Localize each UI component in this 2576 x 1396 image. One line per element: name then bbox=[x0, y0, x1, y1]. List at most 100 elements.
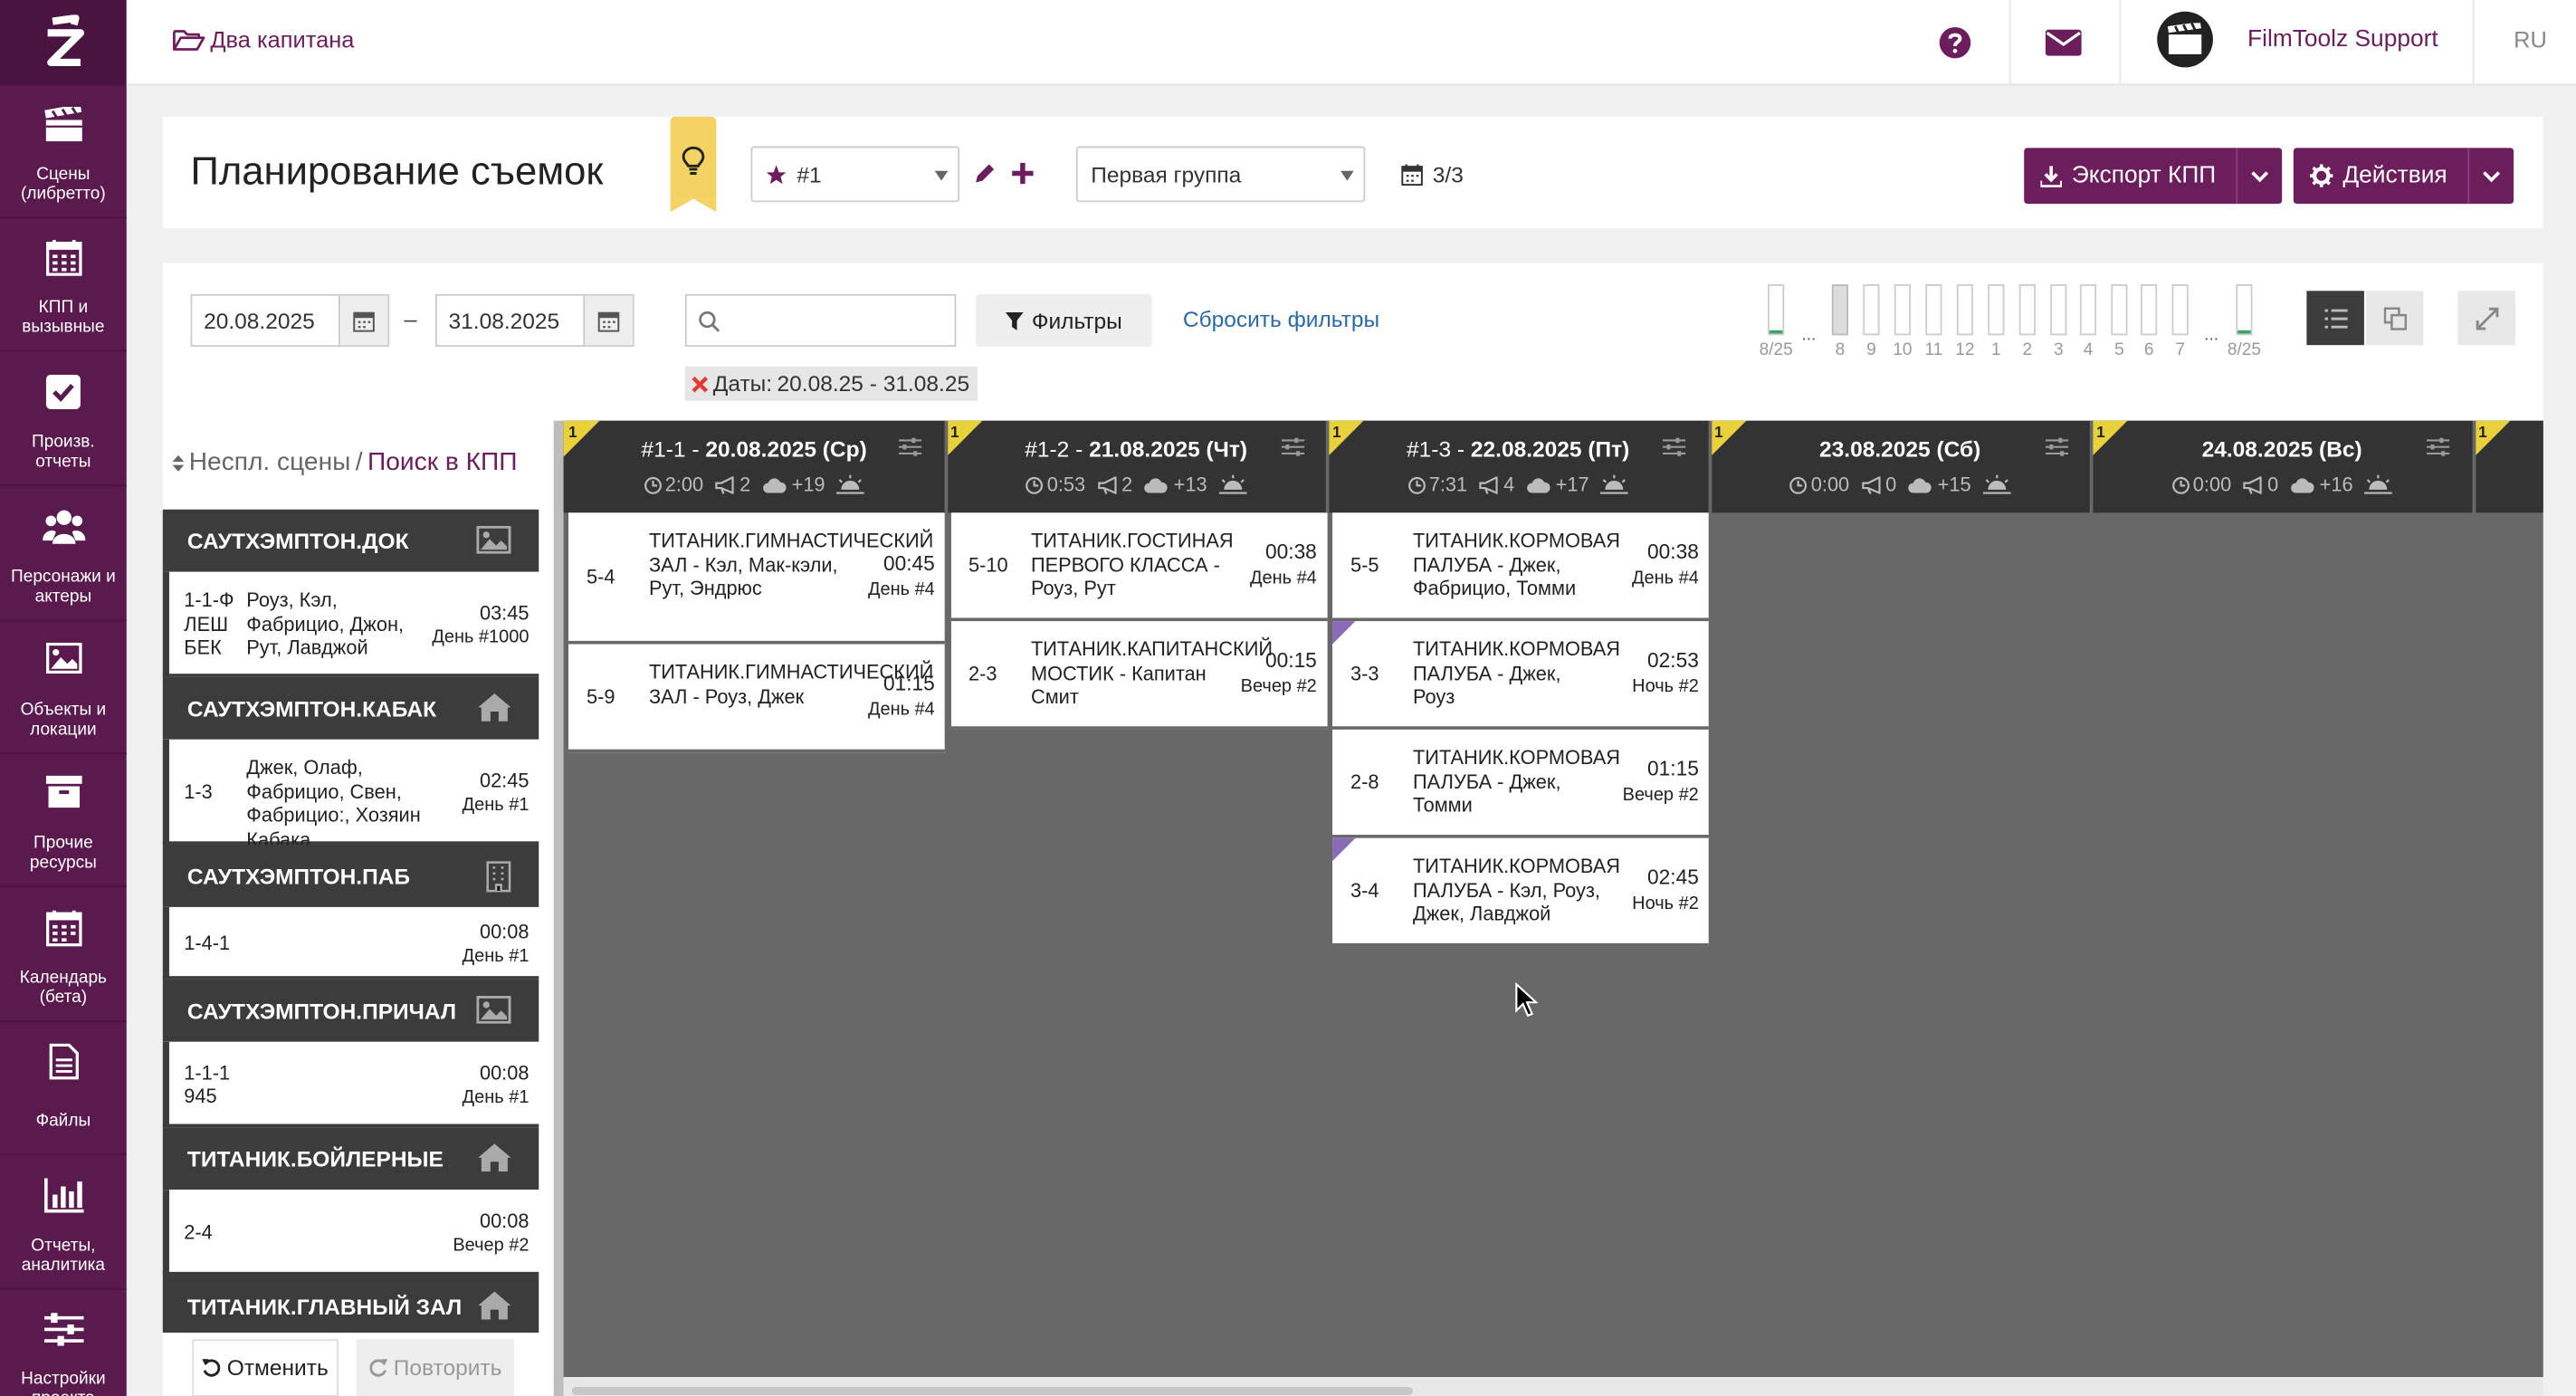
unplaced-scene-card[interactable]: 1-1-1 945 00:08 День #1 bbox=[162, 1041, 539, 1128]
list-view-button[interactable] bbox=[2306, 291, 2364, 346]
sidebar-item-5[interactable]: Объекты и локации bbox=[0, 621, 127, 755]
sidebar-item-4[interactable]: Персонажи и актеры bbox=[0, 488, 127, 622]
sidebar-item-10[interactable]: Настройки проекта bbox=[0, 1290, 127, 1396]
fullscreen-button[interactable] bbox=[2457, 291, 2515, 346]
export-main[interactable]: Экспорт КПП bbox=[2024, 148, 2236, 204]
search-input[interactable] bbox=[684, 293, 957, 347]
unplaced-scene-card[interactable]: 1-3 Джек, Олаф, Фабрицио, Свен, Фабрицио:… bbox=[162, 739, 539, 851]
minimap-day[interactable] bbox=[2111, 284, 2128, 336]
scene-number: 1-1-Ф ЛЕШ БЕК bbox=[184, 588, 234, 660]
unplaced-scene-card[interactable]: 2-4 00:08 Вечер #2 bbox=[162, 1190, 539, 1276]
minimap-day[interactable] bbox=[1956, 284, 1973, 336]
day-header[interactable]: 1 #1-3 - 22.08.2025 (Пт) 7:31 4 +17 bbox=[1327, 420, 1709, 513]
minimap-day[interactable] bbox=[1988, 284, 2005, 336]
minimap-day[interactable] bbox=[1831, 284, 1848, 336]
calendar-icon[interactable] bbox=[583, 295, 633, 346]
language-switch[interactable]: RU bbox=[2514, 26, 2547, 53]
minimap-day[interactable] bbox=[1894, 284, 1911, 336]
scene-card[interactable]: 3-4 ТИТАНИК.КОРМОВАЯ ПАЛУБА - Кэл, Роуз, … bbox=[1332, 837, 1709, 947]
actions-main[interactable]: Действия bbox=[2294, 148, 2467, 204]
sidebar-item-3[interactable]: Произв. отчеты bbox=[0, 353, 127, 487]
filters-button[interactable]: Фильтры bbox=[976, 293, 1152, 347]
search-kpp-link[interactable]: Поиск в КПП bbox=[367, 449, 517, 479]
location-group-header[interactable]: САУТХЭМПТОН.ПРИЧАЛ bbox=[162, 979, 539, 1042]
scene-card[interactable]: 5-5 ТИТАНИК.КОРМОВАЯ ПАЛУБА - Джек, Фабри… bbox=[1332, 512, 1709, 622]
date-range-dash: – bbox=[404, 305, 417, 332]
scene-card[interactable]: 5-9 ТИТАНИК.ГИМНАСТИЧЕСКИЙ ЗАЛ - Роуз, Дж… bbox=[568, 644, 945, 753]
actions-dropdown[interactable] bbox=[2466, 148, 2513, 205]
minimap-day[interactable] bbox=[2171, 284, 2189, 336]
user-avatar[interactable] bbox=[2157, 11, 2213, 68]
undo-button[interactable]: Отменить bbox=[192, 1339, 339, 1396]
scene-card[interactable]: 2-3 ТИТАНИК.КАПИТАНСКИЙ МОСТИК - Капитан … bbox=[950, 621, 1327, 730]
actions-button[interactable]: Действия bbox=[2293, 148, 2514, 205]
day-header[interactable]: 1 24.08.2025 (Вс) 0:00 0 +16 bbox=[2091, 420, 2473, 513]
horizontal-scrollbar[interactable] bbox=[563, 1377, 2543, 1396]
cloud-icon bbox=[1144, 477, 1169, 492]
minimap-day[interactable] bbox=[2018, 284, 2036, 336]
unplaced-scene-card[interactable]: 1-4-1 00:08 День #1 bbox=[162, 906, 539, 980]
scene-description: ТИТАНИК.КОРМОВАЯ ПАЛУБА - Кэл, Роуз, Дже… bbox=[1412, 855, 1621, 926]
minimap-day[interactable] bbox=[1925, 284, 1942, 336]
date-from-input[interactable]: 20.08.2025 bbox=[190, 293, 390, 347]
minimap-day[interactable] bbox=[1863, 284, 1880, 336]
mail-icon[interactable] bbox=[2045, 29, 2082, 56]
minimap-day[interactable] bbox=[2050, 284, 2067, 336]
export-button[interactable]: Экспорт КПП bbox=[2024, 148, 2282, 205]
sidebar-item-7[interactable]: Календарь (бета) bbox=[0, 889, 127, 1022]
minimap-label: 8/25 bbox=[2227, 339, 2261, 360]
panel-splitter[interactable] bbox=[553, 420, 564, 1396]
scrollbar-thumb[interactable] bbox=[571, 1386, 1413, 1396]
close-icon[interactable] bbox=[692, 376, 709, 392]
pencil-icon[interactable] bbox=[973, 163, 996, 186]
calendar-icon[interactable] bbox=[338, 295, 388, 346]
help-icon[interactable] bbox=[1939, 26, 1971, 59]
day-date: 20.08.2025 (Ср) bbox=[705, 436, 867, 463]
unplaced-scene-card[interactable]: 1-1-Ф ЛЕШ БЕК Роуз, Кэл, Фабрицио, Джон, … bbox=[162, 571, 539, 677]
day-header[interactable]: 1 #1-2 - 21.08.2025 (Чт) 0:53 2 +13 bbox=[945, 420, 1327, 513]
scene-card[interactable]: 3-3 ТИТАНИК.КОРМОВАЯ ПАЛУБА - Джек, Роуз 0… bbox=[1332, 621, 1709, 730]
sliders-icon[interactable] bbox=[1662, 437, 1686, 457]
sliders-icon[interactable] bbox=[2044, 437, 2068, 457]
scene-number: 5-9 bbox=[586, 684, 615, 709]
scene-card[interactable]: 2-8 ТИТАНИК.КОРМОВАЯ ПАЛУБА - Джек, Томми… bbox=[1332, 729, 1709, 838]
scene-card[interactable]: 5-4 ТИТАНИК.ГИМНАСТИЧЕСКИЙ ЗАЛ - Кэл, Мак… bbox=[568, 512, 945, 645]
scene-description: ТИТАНИК.ГОСТИНАЯ ПЕРВОГО КЛАССА - Роуз, … bbox=[1030, 529, 1234, 600]
location-group-header[interactable]: САУТХЭМПТОН.КАБАК bbox=[162, 676, 539, 740]
scene-card[interactable]: 5-10 ТИТАНИК.ГОСТИНАЯ ПЕРВОГО КЛАССА - Ро… bbox=[950, 512, 1327, 622]
unplaced-title[interactable]: Неспл. сцены bbox=[189, 449, 351, 479]
sidebar-item-1[interactable]: Сцены (либретто) bbox=[0, 85, 127, 219]
minimap-day[interactable] bbox=[2236, 284, 2253, 336]
location-group-header[interactable]: ТИТАНИК.БОЙЛЕРНЫЕ bbox=[162, 1127, 539, 1190]
date-to-input[interactable]: 31.08.2025 bbox=[435, 293, 634, 347]
project-name[interactable]: Два капитана bbox=[210, 26, 354, 53]
sliders-icon[interactable] bbox=[898, 437, 922, 457]
location-group-header[interactable]: ТИТАНИК.ГЛАВНЫЙ ЗАЛ bbox=[162, 1275, 539, 1334]
export-dropdown[interactable] bbox=[2236, 148, 2282, 205]
plus-icon[interactable] bbox=[1012, 162, 1034, 185]
user-name[interactable]: FilmToolz Support bbox=[2247, 26, 2438, 53]
tip-bookmark[interactable] bbox=[670, 116, 717, 213]
redo-button[interactable]: Повторить bbox=[356, 1339, 515, 1396]
day-header[interactable]: 1 23.08.2025 (Сб) 0:00 0 +15 bbox=[1709, 420, 2091, 513]
group-select[interactable]: Первая группа bbox=[1075, 146, 1366, 203]
day-header[interactable]: 1 bbox=[2473, 420, 2543, 513]
project-link[interactable]: Два капитана bbox=[173, 26, 354, 53]
app-logo[interactable] bbox=[0, 0, 127, 86]
sliders-icon[interactable] bbox=[1280, 437, 1304, 457]
sidebar-item-9[interactable]: Отчеты, аналитика bbox=[0, 1157, 127, 1290]
sliders-icon[interactable] bbox=[2426, 437, 2450, 457]
location-group-header[interactable]: САУТХЭМПТОН.ДОК bbox=[162, 509, 539, 572]
sidebar-item-8[interactable]: Файлы bbox=[0, 1022, 127, 1156]
location-group-header[interactable]: САУТХЭМПТОН.ПАБ bbox=[162, 844, 539, 907]
sidebar-item-6[interactable]: Прочие ресурсы bbox=[0, 754, 127, 888]
minimap-day[interactable] bbox=[2079, 284, 2097, 336]
sunrise-icon bbox=[1600, 474, 1629, 494]
minimap-day[interactable] bbox=[2141, 284, 2158, 336]
minimap-day[interactable] bbox=[1768, 284, 1785, 336]
day-header[interactable]: 1 #1-1 - 20.08.2025 (Ср) 2:00 2 +19 bbox=[563, 420, 945, 513]
version-select[interactable]: #1 bbox=[750, 146, 960, 203]
reset-filters-link[interactable]: Сбросить фильтры bbox=[1183, 307, 1379, 331]
sidebar-item-2[interactable]: КПП и вызывные bbox=[0, 218, 127, 352]
copy-view-button[interactable] bbox=[2365, 291, 2424, 346]
